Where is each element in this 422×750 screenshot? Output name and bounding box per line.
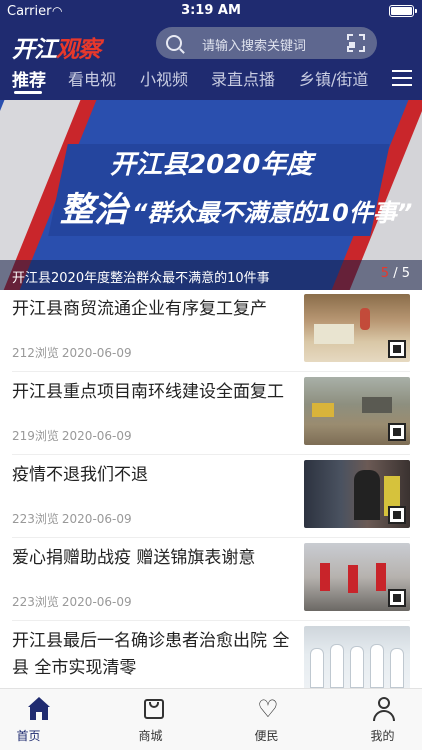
news-meta: 223浏览 2020-06-09 xyxy=(12,593,132,610)
news-thumbnail xyxy=(304,294,410,362)
news-views: 219浏览 xyxy=(12,429,59,443)
news-thumbnail xyxy=(304,377,410,445)
active-tab-indicator xyxy=(14,91,42,94)
scan-icon[interactable] xyxy=(347,34,365,52)
banner-headline-line2: 整治 “群众最不满意的10件事” xyxy=(60,182,412,231)
news-thumbnail xyxy=(304,460,410,528)
nav-home-label: 首页 xyxy=(16,729,41,743)
pager-total: 5 xyxy=(401,266,410,281)
pager-sep: / xyxy=(393,266,398,281)
bottom-tab-bar: 首页 商城 ♡ 便民 我的 xyxy=(0,688,422,750)
list-item[interactable]: 爱心捐赠助战疫 赠送锦旗表谢意 223浏览 2020-06-09 xyxy=(0,539,422,621)
news-meta: 212浏览 2020-06-09 xyxy=(12,344,132,361)
logo-accent-text: 观察 xyxy=(56,37,101,63)
list-divider xyxy=(12,620,410,621)
nav-profile-label: 我的 xyxy=(370,729,395,743)
banner-headline-line1: 开江县2020年度 xyxy=(110,150,313,180)
menu-icon[interactable] xyxy=(392,70,412,86)
banner-caption: 开江县2020年度整治群众最不满意的10件事 xyxy=(12,271,270,286)
news-title: 开江县商贸流通企业有序复工复产 xyxy=(12,299,267,319)
nav-home[interactable]: 首页 xyxy=(0,689,105,750)
list-divider xyxy=(12,454,410,455)
app-logo: 开江观察 xyxy=(12,30,101,64)
banner-caption-bar: 开江县2020年度整治群众最不满意的10件事 5 / 5 xyxy=(0,260,422,290)
tab-watch-tv[interactable]: 看电视 xyxy=(68,66,116,90)
pager-current: 5 xyxy=(380,266,390,281)
news-date: 2020-06-09 xyxy=(61,512,132,526)
list-item[interactable]: 开江县重点项目南环线建设全面复工 219浏览 2020-06-09 xyxy=(0,373,422,455)
list-item[interactable]: 开江县商贸流通企业有序复工复产 212浏览 2020-06-09 xyxy=(0,290,422,372)
news-meta: 219浏览 2020-06-09 xyxy=(12,427,132,444)
logo-main-text: 开江 xyxy=(12,37,57,63)
nav-shop[interactable]: 商城 xyxy=(100,689,205,750)
list-item[interactable]: 疫情不退我们不退 223浏览 2020-06-09 xyxy=(0,456,422,538)
heart-icon: ♡ xyxy=(257,695,279,723)
list-divider xyxy=(12,371,410,372)
nav-services[interactable]: ♡ 便民 xyxy=(214,689,319,750)
news-date: 2020-06-09 xyxy=(61,595,132,609)
news-views: 223浏览 xyxy=(12,512,59,526)
list-divider xyxy=(12,537,410,538)
news-meta: 223浏览 2020-06-09 xyxy=(12,510,132,527)
battery-icon xyxy=(389,5,417,17)
news-date: 2020-06-09 xyxy=(61,346,132,360)
tab-short-video[interactable]: 小视频 xyxy=(140,66,188,90)
nav-services-label: 便民 xyxy=(254,729,279,743)
search-bar[interactable]: 请输入搜索关键词 xyxy=(156,27,377,59)
top-header: Carrier ◠ 3:19 AM 开江观察 请输入搜索关键词 推荐 看电视 小… xyxy=(0,0,422,100)
user-icon xyxy=(372,697,396,721)
news-title: 爱心捐赠助战疫 赠送锦旗表谢意 xyxy=(12,548,256,568)
banner-pager: 5 / 5 xyxy=(381,266,410,281)
tab-vod[interactable]: 录直点播 xyxy=(211,66,275,90)
tab-township[interactable]: 乡镇/街道 xyxy=(299,66,368,90)
news-date: 2020-06-09 xyxy=(61,429,132,443)
status-bar: Carrier ◠ 3:19 AM xyxy=(0,0,422,22)
nav-shop-label: 商城 xyxy=(138,729,163,743)
nav-profile[interactable]: 我的 xyxy=(330,689,422,750)
banner-carousel[interactable]: 开江县2020年度 整治 “群众最不满意的10件事” 开江县2020年度整治群众最… xyxy=(0,100,422,290)
banner-headline-rest: “群众最不满意的10件事” xyxy=(132,199,413,227)
news-thumbnail xyxy=(304,626,410,688)
news-title: 开江县最后一名确诊患者治愈出院 全县 全市实现清零 xyxy=(12,631,290,678)
news-list: 开江县商贸流通企业有序复工复产 212浏览 2020-06-09 开江县重点项目南… xyxy=(0,290,422,688)
banner-headline-big: 整治 xyxy=(60,190,128,230)
shopping-bag-icon xyxy=(142,697,166,721)
news-views: 212浏览 xyxy=(12,346,59,360)
search-icon xyxy=(166,35,182,51)
list-item[interactable]: 开江县最后一名确诊患者治愈出院 全县 全市实现清零 xyxy=(0,622,422,688)
news-title: 疫情不退我们不退 xyxy=(12,465,148,485)
category-tabs: 推荐 看电视 小视频 录直点播 乡镇/街道 xyxy=(0,66,380,94)
news-views: 223浏览 xyxy=(12,595,59,609)
news-thumbnail xyxy=(304,543,410,611)
status-time: 3:19 AM xyxy=(181,3,241,18)
search-placeholder: 请输入搜索关键词 xyxy=(202,39,307,54)
news-title: 开江县重点项目南环线建设全面复工 xyxy=(12,382,284,402)
home-icon xyxy=(27,697,51,721)
tab-recommend[interactable]: 推荐 xyxy=(12,66,46,91)
